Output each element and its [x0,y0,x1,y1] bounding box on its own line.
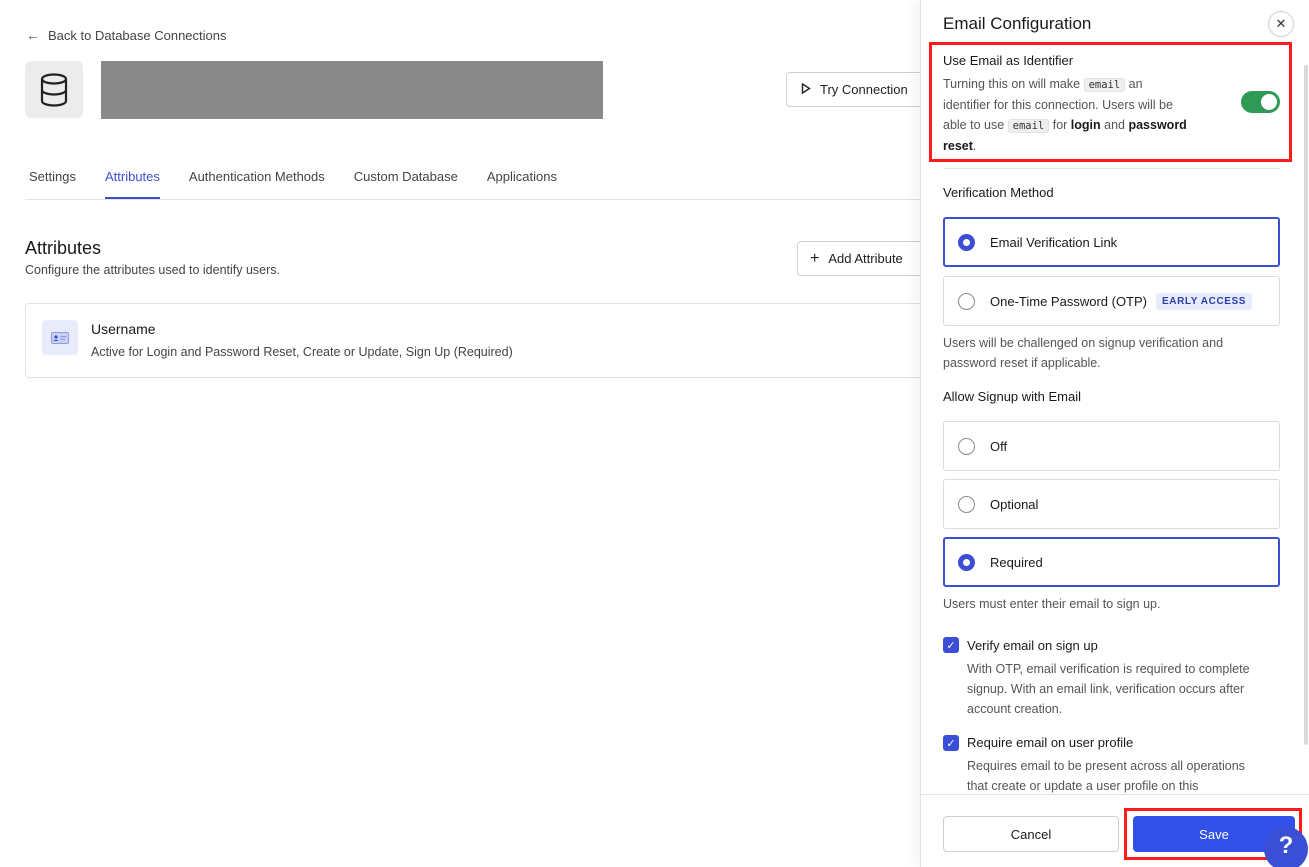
option-signup-off[interactable]: Off [943,421,1280,471]
require-email-label: Require email on user profile [967,735,1134,750]
option-label: Required [990,554,1043,570]
divider [943,168,1280,169]
radio-button[interactable] [958,233,975,251]
tab-settings[interactable]: Settings [29,163,76,199]
attribute-card-description: Active for Login and Password Reset, Cre… [91,345,513,359]
attributes-title: Attributes [25,238,102,258]
option-email-verification-link[interactable]: Email Verification Link [943,217,1280,267]
email-configuration-panel: Email Configuration ✕ Use Email as Ident… [920,0,1309,867]
checkmark-icon: ✓ [946,639,956,652]
early-access-badge: EARLY ACCESS [1156,292,1253,310]
require-email-description: Requires email to be present across all … [967,759,1245,793]
option-label: Off [990,438,1008,454]
verify-email-checkbox[interactable]: ✓ [943,637,959,653]
panel-title: Email Configuration [943,14,1092,33]
checkmark-icon: ✓ [946,737,956,750]
allow-signup-label: Allow Signup with Email [943,389,1082,404]
back-link-label: Back to Database Connections [48,27,227,43]
verify-email-label: Verify email on sign up [967,638,1098,653]
radio-button[interactable] [958,437,975,455]
attribute-card-title: Username [91,321,156,337]
attribute-card-username[interactable]: Username Active for Login and Password R… [25,303,945,378]
verify-email-description: With OTP, email verification is required… [967,662,1250,716]
cancel-button[interactable]: Cancel [943,816,1119,852]
highlight-box [929,42,1292,162]
require-email-checkbox[interactable]: ✓ [943,735,959,751]
plus-icon: + [810,249,820,267]
add-attribute-label: Add Attribute [828,251,903,266]
signup-hint: Users must enter their email to sign up. [943,597,1161,611]
option-label: One-Time Password (OTP) [990,293,1147,309]
close-icon: ✕ [1275,16,1287,31]
tab-attributes[interactable]: Attributes [104,163,160,199]
question-mark-icon: ? [1278,832,1294,859]
radio-button[interactable] [958,292,975,310]
help-button[interactable]: ? [1264,827,1308,867]
tab-authentication-methods[interactable]: Authentication Methods [189,163,325,199]
verification-method-label: Verification Method [943,185,1054,200]
attributes-subtitle: Configure the attributes used to identif… [25,263,281,277]
tab-custom-database[interactable]: Custom Database [354,163,458,199]
tab-bar: Settings Attributes Authentication Metho… [25,163,925,200]
page: ← Back to Database Connections Try Conne… [0,0,1309,867]
database-icon [25,61,83,118]
id-card-icon [42,320,78,355]
try-connection-label: Try Connection [820,82,908,97]
panel-scrollbar[interactable] [1304,65,1308,745]
close-button[interactable]: ✕ [1268,11,1294,37]
radio-button[interactable] [958,553,975,571]
radio-button[interactable] [958,495,975,513]
option-one-time-password[interactable]: One-Time Password (OTP) EARLY ACCESS [943,276,1280,326]
tab-applications[interactable]: Applications [487,163,557,199]
option-signup-optional[interactable]: Optional [943,479,1280,529]
verification-hint: Users will be challenged on signup verif… [943,336,1224,370]
play-icon [801,82,811,97]
redacted-connection-name [101,61,603,119]
arrow-left-icon: ← [26,27,40,43]
option-label: Email Verification Link [990,234,1118,250]
panel-footer: Cancel Save ? [921,794,1309,867]
option-signup-required[interactable]: Required [943,537,1280,587]
back-link[interactable]: ← Back to Database Connections [26,27,227,43]
option-label: Optional [990,496,1039,512]
